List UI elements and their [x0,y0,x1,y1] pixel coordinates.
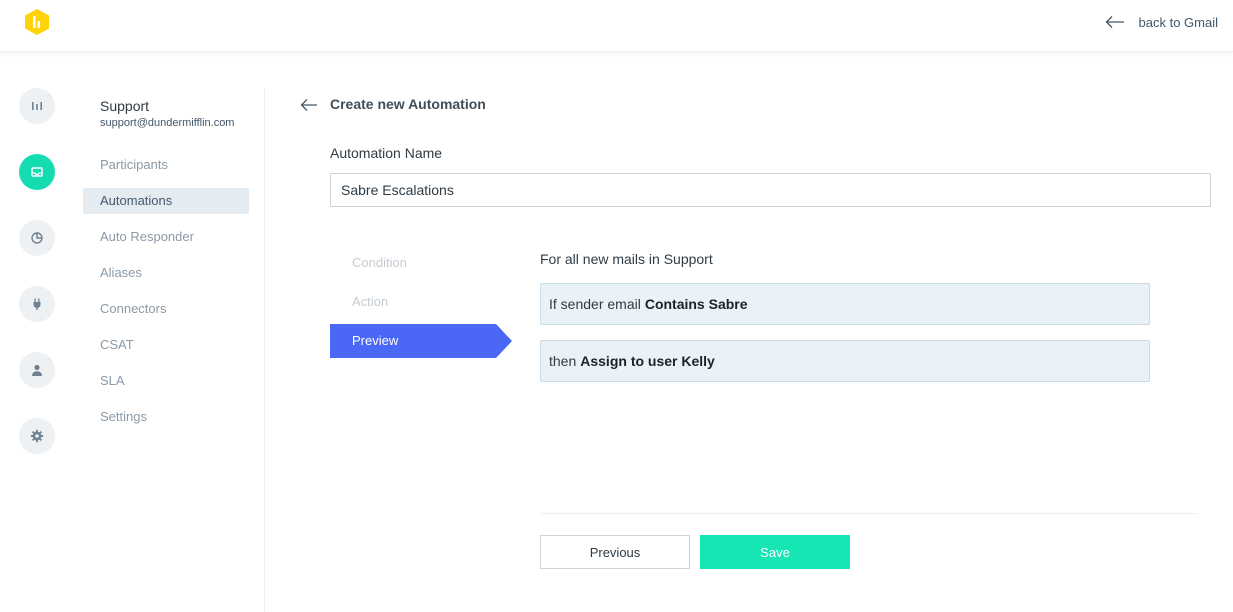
save-button[interactable]: Save [700,535,850,569]
condition-detail: Contains Sabre [644,296,748,312]
inbox-name: Support [100,98,150,114]
previous-button[interactable]: Previous [540,535,690,569]
action-detail: Assign to user Kelly [580,353,715,369]
user-icon [32,364,42,376]
footer-divider [540,513,1198,514]
inbox-email: support@dundermifflin.com [100,117,235,129]
rail-inbox-button[interactable] [19,154,55,190]
step-preview[interactable]: Preview [330,324,512,358]
automation-preview: For all new mails in Support If sender e… [540,251,1150,382]
sidebar-item-csat[interactable]: CSAT [83,332,249,358]
gear-icon [30,429,44,443]
top-bar: back to Gmail [0,0,1233,52]
sidebar-item-participants[interactable]: Participants [83,152,249,178]
inbox-nav-list: Participants Automations Auto Responder … [83,152,249,440]
sidebar-item-automations[interactable]: Automations [83,188,249,214]
rail-profile-button[interactable] [19,352,55,388]
pie-chart-icon [31,232,43,244]
rail-analytics-button[interactable] [19,88,55,124]
sidebar-item-sla[interactable]: SLA [83,368,249,394]
automation-name-input[interactable] [330,173,1211,207]
action-summary-box: then Assign to user Kelly [540,340,1150,382]
page-title: Create new Automation [330,96,486,112]
arrow-left-icon [1105,16,1124,28]
inbox-icon [31,167,43,177]
back-to-gmail-link[interactable]: back to Gmail [1105,12,1218,32]
rail-integrations-button[interactable] [19,286,55,322]
step-action[interactable]: Action [330,285,515,319]
automation-name-label: Automation Name [330,145,443,161]
plug-icon [33,298,41,310]
step-condition[interactable]: Condition [330,246,515,280]
sidebar-item-connectors[interactable]: Connectors [83,296,249,322]
rail-reports-button[interactable] [19,220,55,256]
icon-rail [19,88,55,484]
back-to-gmail-label: back to Gmail [1138,14,1218,30]
main-content: Create new Automation Automation Name Co… [265,52,1233,612]
back-arrow-icon[interactable] [300,98,318,112]
sidebar-item-aliases[interactable]: Aliases [83,260,249,286]
rail-settings-button[interactable] [19,418,55,454]
sidebar-item-settings[interactable]: Settings [83,404,249,430]
condition-summary-box: If sender email Contains Sabre [540,283,1150,325]
condition-prefix: If sender email [549,296,641,312]
sidebar-item-auto-responder[interactable]: Auto Responder [83,224,249,250]
app-logo-icon[interactable] [23,8,51,36]
action-prefix: then [549,353,577,369]
wizard-steps: Condition Action Preview [330,246,515,363]
preview-lead-text: For all new mails in Support [540,251,713,267]
bar-chart-icon [32,102,42,110]
